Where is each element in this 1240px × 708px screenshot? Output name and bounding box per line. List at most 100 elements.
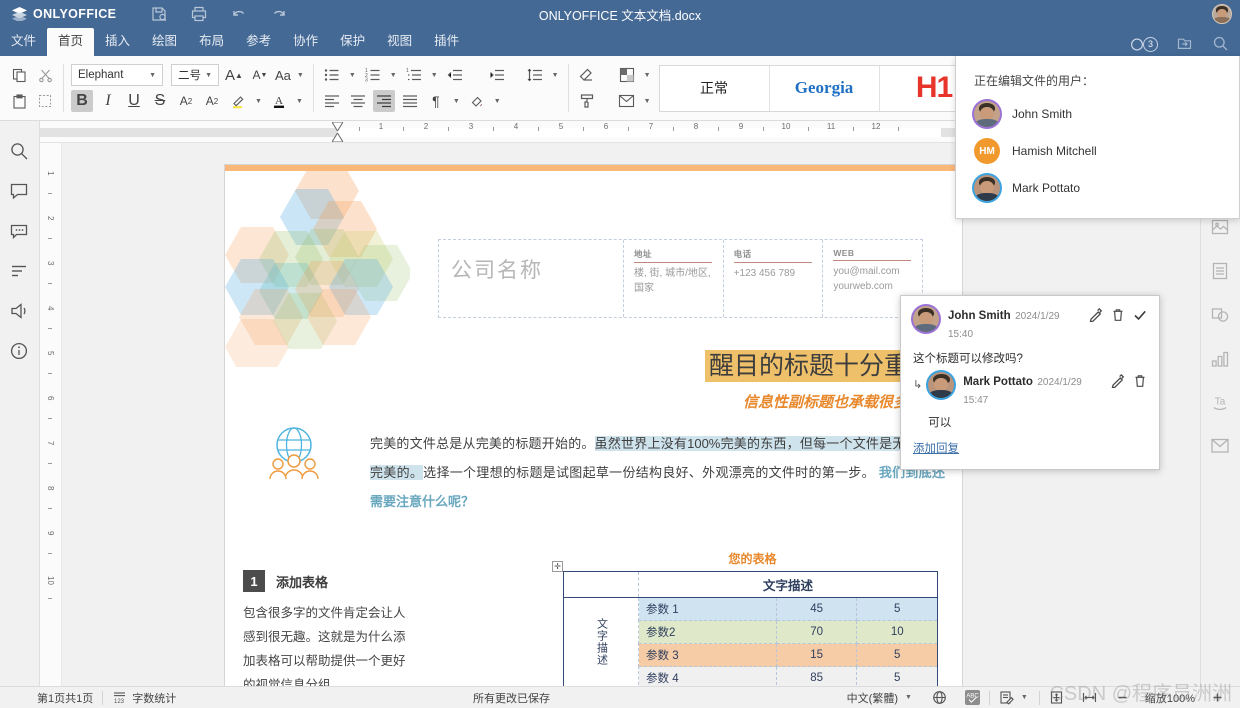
chevron-down-icon[interactable]: ▼ (492, 98, 503, 105)
body-paragraph[interactable]: 完美的文件总是从完美的标题开始的。虽然世界上没有100%完美的东西，但每一个文件… (370, 429, 945, 516)
show-formatting-marks-icon[interactable]: ¶ (425, 90, 447, 112)
tab-insert[interactable]: 插入 (94, 28, 141, 56)
align-right-button[interactable] (373, 90, 395, 112)
tab-file[interactable]: 文件 (0, 28, 47, 56)
edit-icon[interactable] (1089, 308, 1103, 322)
document-table-wrapper[interactable]: ✛ 文字描述 文字描述 参数 1 45 5 参 (563, 571, 938, 686)
bullet-list-icon[interactable] (321, 64, 343, 86)
print-icon[interactable] (190, 5, 208, 23)
comment-reply[interactable]: ↳ Mark Pottato 2024/1/29 15:47 (913, 372, 1147, 430)
chevron-down-icon[interactable]: ▼ (347, 72, 358, 79)
open-file-location-icon[interactable] (1176, 35, 1194, 53)
fit-width-button[interactable] (1073, 687, 1106, 708)
change-case-icon[interactable]: Aa (275, 64, 291, 86)
tab-layout[interactable]: 布局 (188, 28, 235, 56)
paste-icon[interactable] (8, 90, 30, 112)
collaborator-row-hamish-mitchell[interactable]: HM Hamish Mitchell (974, 138, 1221, 164)
table-move-handle-icon[interactable]: ✛ (552, 561, 563, 572)
paragraph-settings-icon[interactable] (1210, 261, 1232, 283)
collaborator-row-mark-pottato[interactable]: Mark Pottato (974, 175, 1221, 201)
page-count-label[interactable]: 第1页共1页 (28, 687, 102, 708)
style-georgia[interactable]: Georgia (770, 66, 880, 111)
tab-protection[interactable]: 保护 (329, 28, 376, 56)
align-justify-button[interactable] (399, 90, 421, 112)
line-spacing-icon[interactable] (524, 64, 546, 86)
company-name-field[interactable]: 公司名称 (439, 240, 624, 317)
comment-popup[interactable]: John Smith 2024/1/29 15:40 (900, 295, 1160, 470)
align-left-button[interactable] (321, 90, 343, 112)
format-painter-icon[interactable] (576, 90, 598, 112)
tab-references[interactable]: 参考 (235, 28, 282, 56)
italic-button[interactable]: I (97, 90, 119, 112)
chevron-down-icon[interactable]: ▼ (388, 72, 399, 79)
numbered-section[interactable]: 1 添加表格 包含很多字的文件肯定会让人感到很无趣。这就是为什么添加表格可以帮助… (243, 570, 413, 686)
undo-icon[interactable] (230, 5, 248, 23)
chat-icon[interactable] (9, 221, 31, 243)
highlight-color-icon[interactable] (227, 90, 249, 112)
fit-page-button[interactable] (1040, 687, 1073, 708)
tab-plugins[interactable]: 插件 (423, 28, 470, 56)
shape-settings-icon[interactable] (1210, 305, 1232, 327)
user-avatar[interactable] (1212, 4, 1232, 24)
align-center-button[interactable] (347, 90, 369, 112)
borders-icon[interactable] (616, 64, 638, 86)
bold-button[interactable]: B (71, 90, 93, 112)
increase-font-size-icon[interactable]: A▲ (223, 64, 245, 86)
mail-merge-icon[interactable] (1210, 437, 1232, 459)
feedback-icon[interactable] (9, 301, 31, 323)
strikethrough-button[interactable]: S (149, 90, 171, 112)
shading-color-icon[interactable] (466, 90, 488, 112)
zoom-out-button[interactable] (1106, 687, 1139, 708)
brand-logo[interactable]: ONLYOFFICE (12, 7, 116, 21)
redo-icon[interactable] (270, 5, 288, 23)
decrease-font-size-icon[interactable]: A▼ (249, 64, 271, 86)
delete-icon[interactable] (1133, 374, 1147, 388)
text-art-settings-icon[interactable]: Ta (1210, 393, 1232, 415)
chevron-down-icon[interactable]: ▼ (429, 72, 440, 79)
collaborators-button[interactable]: 3 (1131, 37, 1158, 52)
clear-formatting-icon[interactable] (576, 64, 598, 86)
multilevel-list-icon[interactable]: 1 (403, 64, 425, 86)
chevron-down-icon[interactable]: ▼ (253, 98, 264, 105)
font-name-combo[interactable]: Elephant ▼ (71, 64, 163, 86)
set-document-language-button[interactable] (923, 687, 956, 708)
add-reply-link[interactable]: 添加回复 (913, 440, 959, 456)
collaborator-row-john-smith[interactable]: John Smith (974, 101, 1221, 127)
chevron-down-icon[interactable]: ▼ (451, 98, 462, 105)
edit-icon[interactable] (1111, 374, 1125, 388)
language-selector[interactable]: 中文(繁體) ▼ (838, 687, 923, 708)
comment-icon[interactable] (9, 181, 31, 203)
zoom-in-button[interactable] (1201, 687, 1234, 708)
header-column-phone[interactable]: 电话 +123 456 789 (724, 240, 824, 317)
subscript-button[interactable]: A2 (201, 90, 223, 112)
document-page[interactable]: 公司名称 地址 楼, 街, 城市/地区, 国家 电话 +123 456 789 … (225, 165, 962, 686)
hanging-indent-marker[interactable] (332, 133, 343, 142)
document-table[interactable]: 文字描述 文字描述 参数 1 45 5 参数2 70 10 (563, 571, 938, 686)
tab-draw[interactable]: 绘图 (141, 28, 188, 56)
cut-icon[interactable] (34, 64, 56, 86)
font-size-combo[interactable]: 二号 ▼ (171, 64, 219, 86)
search-icon[interactable] (9, 141, 31, 163)
company-header-table[interactable]: 公司名称 地址 楼, 街, 城市/地区, 国家 电话 +123 456 789 … (438, 239, 923, 318)
decrease-indent-icon[interactable] (444, 64, 466, 86)
style-normal[interactable]: 正常 (660, 66, 770, 111)
search-icon[interactable] (1212, 35, 1230, 53)
track-changes-button[interactable]: ▼ (990, 687, 1039, 708)
info-icon[interactable] (9, 341, 31, 363)
delete-icon[interactable] (1111, 308, 1125, 322)
copy-style-icon[interactable] (34, 90, 56, 112)
chevron-down-icon[interactable]: ▼ (294, 98, 305, 105)
word-count-button[interactable]: 123 字数统计 (103, 687, 185, 708)
mail-merge-icon[interactable] (616, 90, 638, 112)
chart-settings-icon[interactable] (1210, 349, 1232, 371)
zoom-level-label[interactable]: 缩放100% (1139, 690, 1201, 706)
tab-collaboration[interactable]: 协作 (282, 28, 329, 56)
chevron-down-icon[interactable]: ▼ (642, 98, 653, 105)
spellcheck-button[interactable]: ABC (956, 687, 989, 708)
tab-view[interactable]: 视图 (376, 28, 423, 56)
font-color-icon[interactable]: A (268, 90, 290, 112)
navigation-icon[interactable] (9, 261, 31, 283)
resolve-icon[interactable] (1133, 308, 1147, 322)
increase-indent-icon[interactable] (486, 64, 508, 86)
copy-icon[interactable] (8, 64, 30, 86)
